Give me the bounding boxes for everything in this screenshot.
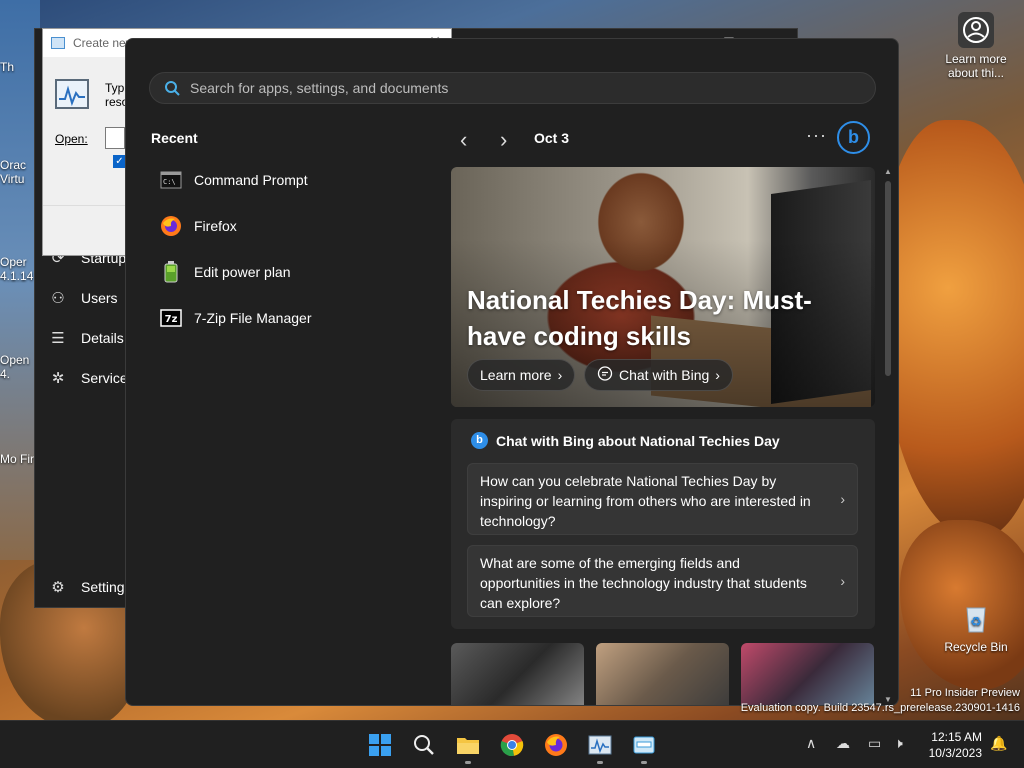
svg-text:7z: 7z <box>165 314 178 325</box>
task-manager-icon[interactable] <box>588 733 612 757</box>
recycle-bin-icon: ♻ <box>958 600 994 636</box>
system-clock[interactable]: 12:15 AM 10/3/2023 <box>922 729 982 761</box>
svg-text:♻: ♻ <box>970 615 982 630</box>
learn-more-label: Learn more about thi... <box>945 52 1007 80</box>
dialog-app-icon <box>51 37 65 49</box>
file-explorer-icon[interactable] <box>456 733 480 757</box>
network-icon[interactable]: ▭ <box>868 735 881 752</box>
chevron-right-icon: › <box>715 367 720 383</box>
tm-nav-users[interactable]: ⚇ Users <box>49 289 117 307</box>
open-input[interactable] <box>105 127 125 149</box>
start-icon[interactable] <box>368 733 392 757</box>
bing-question-1[interactable]: How can you celebrate National Techies D… <box>467 463 858 535</box>
recent-item-7zip[interactable]: 7z 7-Zip File Manager <box>150 295 440 341</box>
next-day-button[interactable]: › <box>500 127 507 153</box>
bing-chat-card: b Chat with Bing about National Techies … <box>451 419 875 629</box>
chat-bubble-icon <box>597 365 613 385</box>
search-input[interactable] <box>190 80 875 96</box>
previous-day-button[interactable]: ‹ <box>460 127 467 153</box>
onedrive-icon[interactable]: ☁ <box>836 735 850 752</box>
highlights-feed: National Techies Day: Must-have coding s… <box>451 167 875 705</box>
recent-item-firefox[interactable]: Firefox <box>150 203 440 249</box>
bing-icon[interactable]: b <box>837 121 870 154</box>
recycle-bin-label: Recycle Bin <box>944 640 1008 654</box>
open-label: Open: <box>55 132 88 146</box>
desktop-icon-recycle-bin[interactable]: ♻ Recycle Bin <box>938 600 1014 654</box>
learn-more-button[interactable]: Learn more › <box>467 359 576 391</box>
notification-bell-icon[interactable]: 🔔 <box>990 735 1007 752</box>
hero-card[interactable]: National Techies Day: Must-have coding s… <box>451 167 875 407</box>
recent-heading: Recent <box>151 130 198 146</box>
hero-title: National Techies Day: Must-have coding s… <box>467 285 812 351</box>
scrollbar-thumb[interactable] <box>885 181 891 376</box>
bing-icon: b <box>471 432 488 449</box>
tm-nav-services[interactable]: ✲ Service <box>49 369 128 387</box>
search-icon[interactable] <box>412 733 436 757</box>
feed-scrollbar[interactable]: ▲ ▼ <box>883 167 893 705</box>
tm-nav-details[interactable]: ☰ Details <box>49 329 124 347</box>
command-prompt-icon: C:\ <box>160 169 182 191</box>
search-panel: Recent C:\ Command Prompt Firefox Edit p… <box>125 38 899 706</box>
learn-more-icon <box>958 12 994 48</box>
scroll-up-icon[interactable]: ▲ <box>883 167 893 176</box>
users-icon: ⚇ <box>51 290 65 307</box>
chevron-right-icon: › <box>840 573 845 589</box>
build-watermark: 11 Pro Insider Preview Evaluation copy. … <box>740 687 1020 714</box>
power-plan-icon <box>160 261 182 283</box>
desktop-icon-learn-more[interactable]: Learn more about thi... <box>938 12 1014 80</box>
recent-item-edit-power-plan[interactable]: Edit power plan <box>150 249 440 295</box>
services-icon: ✲ <box>51 370 65 387</box>
recent-list: C:\ Command Prompt Firefox Edit power pl… <box>150 157 440 341</box>
thumbnail-coding-class[interactable] <box>451 643 584 705</box>
search-icon <box>164 80 180 96</box>
bing-question-2[interactable]: What are some of the emerging fields and… <box>467 545 858 617</box>
bing-chat-heading: b Chat with Bing about National Techies … <box>471 432 780 449</box>
search-bar[interactable] <box>149 72 876 104</box>
run-graph-icon <box>55 79 89 109</box>
firefox-icon <box>160 215 182 237</box>
wallpaper-rock <box>880 120 1024 540</box>
volume-muted-icon[interactable]: 🕨 <box>894 735 903 752</box>
clock-date: 10/3/2023 <box>928 746 982 760</box>
firefox-icon[interactable] <box>544 733 568 757</box>
settings-icon: ⚙ <box>51 579 65 596</box>
tm-nav-settings[interactable]: ⚙ Setting <box>49 578 124 596</box>
details-icon: ☰ <box>51 330 65 347</box>
chevron-right-icon: › <box>557 367 563 383</box>
7zip-icon: 7z <box>160 307 182 329</box>
clock-time: 12:15 AM <box>931 730 982 744</box>
thumbnail-laptop-typing[interactable] <box>596 643 729 705</box>
chrome-icon[interactable] <box>500 733 524 757</box>
more-options-button[interactable]: ··· <box>806 125 827 146</box>
date-label: Oct 3 <box>534 130 570 146</box>
show-hidden-icons-chevron-icon[interactable]: ∧ <box>806 735 816 752</box>
chat-with-bing-button[interactable]: Chat with Bing › <box>584 359 733 391</box>
recent-item-command-prompt[interactable]: C:\ Command Prompt <box>150 157 440 203</box>
svg-text:C:\: C:\ <box>163 178 176 186</box>
taskbar: ∧ ☁ ▭ 🕨 12:15 AM 10/3/2023 🔔 <box>0 720 1024 768</box>
chevron-right-icon: › <box>840 491 845 507</box>
run-icon[interactable] <box>632 733 656 757</box>
